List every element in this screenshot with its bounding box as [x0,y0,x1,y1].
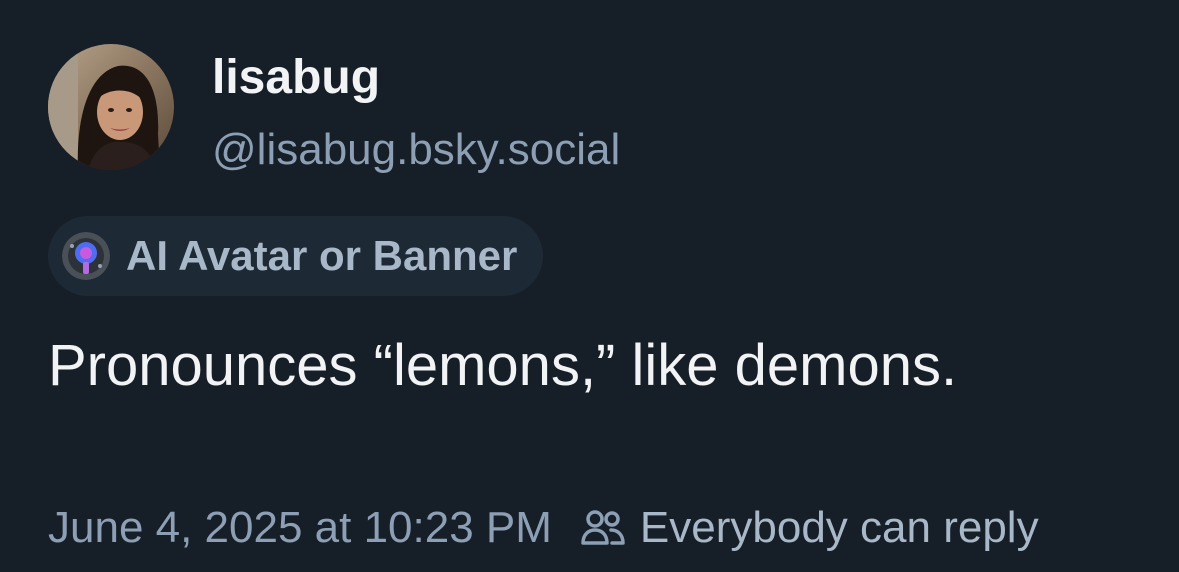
post-timestamp[interactable]: June 4, 2025 at 10:23 PM [48,502,552,554]
author-handle[interactable]: @lisabug.bsky.social [212,124,620,176]
labeler-icon [62,232,110,280]
post-detail: lisabug @lisabug.bsky.social AI Avatar o… [0,0,1179,572]
reply-setting-label: Everybody can reply [639,503,1039,552]
post-meta: June 4, 2025 at 10:23 PM Everybody can r… [48,502,1039,554]
people-icon [581,510,625,545]
author-display-name[interactable]: lisabug [212,50,620,106]
avatar-photo-icon [48,44,174,170]
avatar[interactable] [48,44,174,170]
content-label-badge[interactable]: AI Avatar or Banner [48,216,544,296]
reply-settings[interactable]: Everybody can reply [580,502,1039,554]
post-body-text: Pronounces “lemons,” like demons. [48,333,958,398]
content-label-text: AI Avatar or Banner [126,232,518,279]
post-author-header: lisabug @lisabug.bsky.social [48,44,620,176]
author-names: lisabug @lisabug.bsky.social [212,44,620,176]
